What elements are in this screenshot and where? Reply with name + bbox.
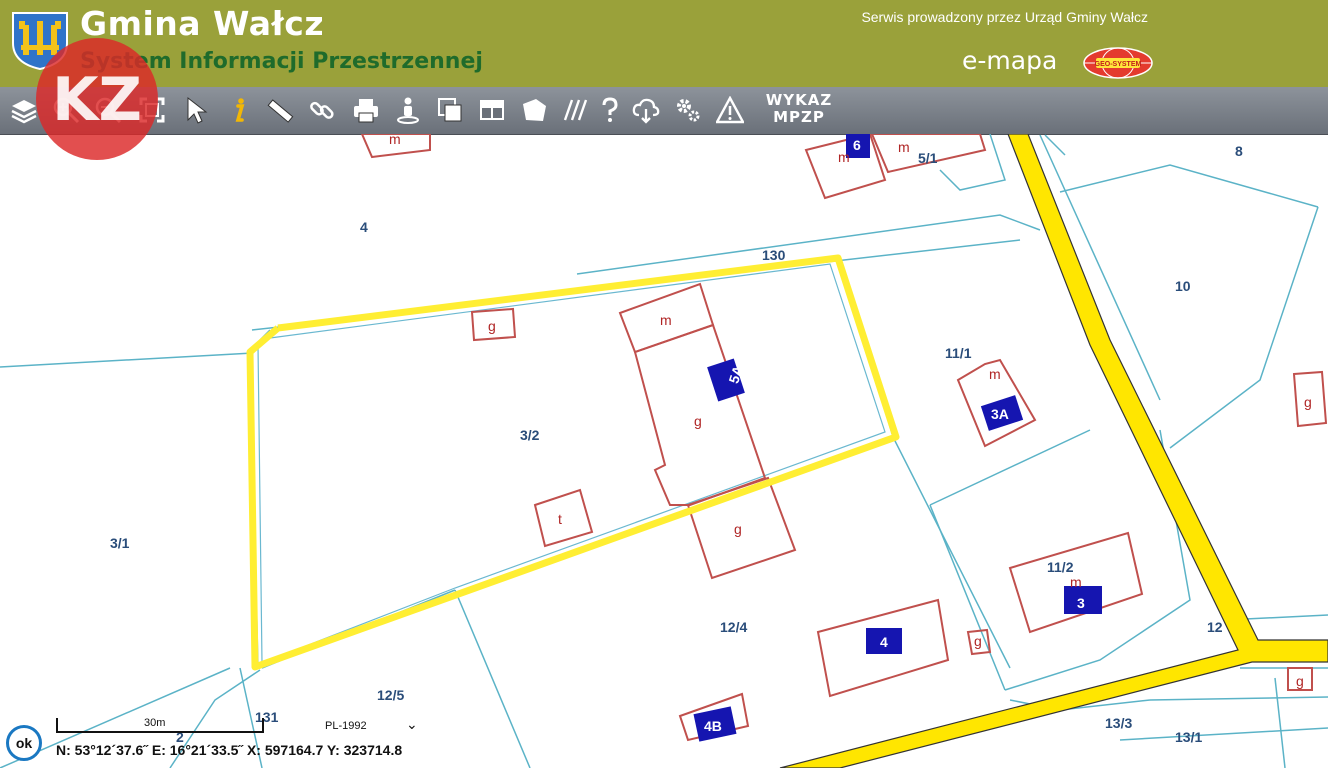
ok-button[interactable]: ok (6, 725, 42, 761)
crs-selector[interactable]: PL-1992 (325, 720, 367, 732)
building-label: m (1070, 574, 1082, 590)
building-label: g (974, 633, 982, 649)
scale-label: 30m (144, 717, 166, 729)
parcel-label: 10 (1175, 278, 1191, 294)
building-label: g (1296, 673, 1304, 689)
shape-icon[interactable] (516, 91, 552, 129)
print-icon[interactable] (348, 91, 384, 129)
layout-icon[interactable] (474, 91, 510, 129)
parcel-label: 5/1 (918, 150, 938, 166)
parcel-label: 130 (762, 247, 786, 263)
address-label: 3A (991, 406, 1009, 422)
measure-icon[interactable] (262, 91, 298, 129)
parcel-label: 13/3 (1105, 715, 1132, 731)
building-label: m (389, 134, 401, 147)
parcel-label: 12/5 (377, 687, 404, 703)
map-svg: 4 130 8 10 11/1 3/2 3/1 12/4 11/2 12 12/… (0, 134, 1328, 768)
toolbar (0, 87, 1328, 135)
wykaz-label: WYKAZ (765, 91, 833, 109)
address-label: 4 (880, 634, 888, 650)
parcel-label: 3/1 (110, 535, 130, 551)
wykaz-mpzp-button[interactable]: WYKAZ MPZP (762, 92, 836, 126)
brand-logo-text[interactable]: e-mapa (962, 46, 1057, 75)
address-label: 6 (853, 137, 861, 153)
geo-system-text: GEO-SYSTEM (1095, 61, 1142, 68)
building-label: g (488, 318, 496, 334)
header-bar: Gmina Wałcz System Informacji Przestrzen… (0, 0, 1328, 87)
watermark-text: KZ (52, 65, 142, 135)
address-label: 4B (704, 718, 722, 734)
parcel-label: 13/1 (1175, 729, 1202, 745)
address-label: 3 (1077, 595, 1085, 611)
settings-icon[interactable] (670, 91, 706, 129)
link-icon[interactable] (304, 91, 340, 129)
parcel-label: 12 (1207, 619, 1223, 635)
geo-system-logo: GEO-SYSTEM (1083, 47, 1153, 79)
building-label: g (734, 521, 742, 537)
pointer-icon[interactable] (178, 91, 214, 129)
building-label: t (558, 511, 562, 527)
chevron-down-icon[interactable]: ⌄ (406, 716, 418, 733)
coordinates-readout: N: 53°12´37.6˝ E: 16°21´33.5˝ X: 597164.… (56, 742, 403, 758)
building-label: m (660, 312, 672, 328)
parcel-label: 11/1 (945, 345, 972, 361)
street-view-icon[interactable] (390, 91, 426, 129)
watermark-logo: KZ (36, 38, 158, 160)
parcel-label: 8 (1235, 143, 1243, 159)
building-label: g (1304, 394, 1312, 410)
selected-parcel-outline[interactable] (246, 254, 900, 671)
info-icon[interactable] (220, 91, 256, 129)
buildings (360, 134, 1328, 742)
building-label: g (694, 413, 702, 429)
cloud-download-icon[interactable] (628, 91, 664, 129)
parcel-boundaries (0, 134, 1328, 768)
mpzp-label: MPZP (773, 108, 825, 126)
parcel-label: 12/4 (720, 619, 747, 635)
hatch-icon[interactable] (558, 91, 594, 129)
map-canvas[interactable]: 4 130 8 10 11/1 3/2 3/1 12/4 11/2 12 12/… (0, 134, 1328, 768)
parcel-label: 3/2 (520, 427, 540, 443)
building-label-group: m g m g t g m g m m g g m (389, 134, 1312, 689)
parcel-label: 11/2 (1047, 559, 1074, 575)
warning-icon[interactable] (712, 91, 748, 129)
help-icon[interactable] (592, 91, 628, 129)
building-label: m (898, 139, 910, 155)
service-text: Serwis prowadzony przez Urząd Gminy Wałc… (861, 9, 1148, 25)
building-label: m (989, 366, 1001, 382)
overview-icon[interactable] (432, 91, 468, 129)
building-label: m (838, 149, 850, 165)
parcel-label: 4 (360, 219, 368, 235)
